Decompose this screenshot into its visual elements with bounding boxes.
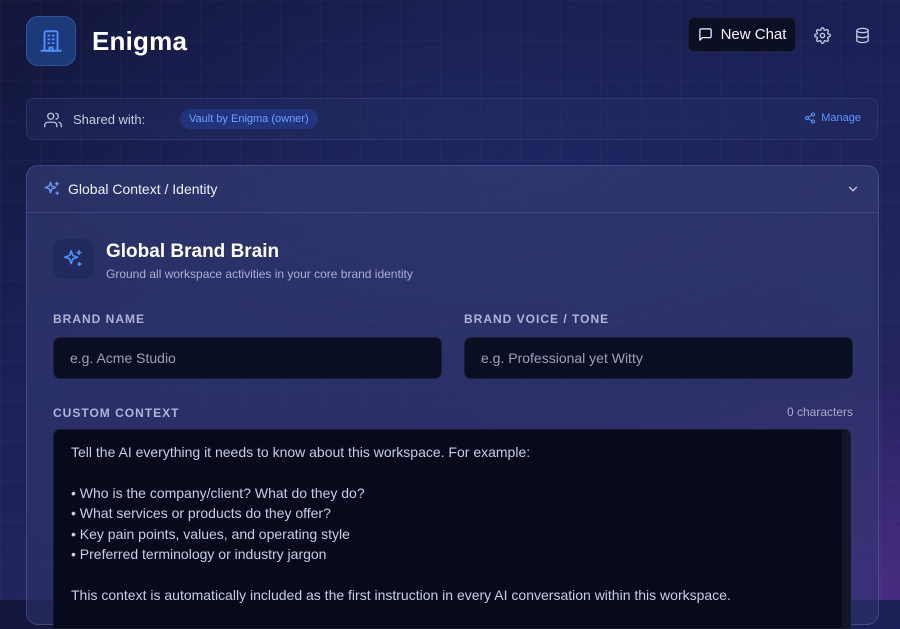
gear-icon bbox=[813, 26, 831, 44]
database-icon bbox=[855, 27, 869, 43]
brand-voice-label: BRAND VOICE / TONE bbox=[464, 312, 610, 326]
brand-name-input[interactable] bbox=[53, 337, 442, 379]
manage-sharing-link[interactable]: Manage bbox=[804, 112, 861, 124]
custom-context-label: CUSTOM CONTEXT bbox=[53, 406, 180, 420]
database-button[interactable] bbox=[851, 24, 873, 46]
context-placeholder-line bbox=[71, 564, 833, 584]
brand-brain-icon-box bbox=[53, 239, 93, 279]
share-icon bbox=[805, 112, 816, 124]
chat-icon bbox=[698, 28, 712, 41]
users-icon bbox=[44, 112, 62, 128]
brand-brain-subtitle: Ground all workspace activities in your … bbox=[106, 267, 413, 281]
global-context-panel: Global Context / Identity Global Brand B… bbox=[26, 165, 879, 629]
manage-label: Manage bbox=[821, 112, 861, 124]
character-count: 0 characters bbox=[786, 405, 853, 419]
global-context-title: Global Context / Identity bbox=[68, 181, 218, 197]
building-icon bbox=[40, 30, 62, 52]
brand-name-label: BRAND NAME bbox=[53, 312, 145, 326]
chevron-down-icon bbox=[848, 186, 858, 192]
shared-with-bar: Shared with: Vault by Enigma (owner) Man… bbox=[26, 98, 878, 140]
brand-brain-title: Global Brand Brain bbox=[106, 241, 280, 262]
context-placeholder-line: Tell the AI everything it needs to know … bbox=[71, 444, 531, 460]
owner-badge: Vault by Enigma (owner) bbox=[180, 109, 318, 129]
context-placeholder-line: • Key pain points, values, and operating… bbox=[71, 525, 350, 542]
app-title: Enigma bbox=[92, 26, 188, 56]
sparkles-icon bbox=[44, 181, 60, 195]
new-chat-label: New Chat bbox=[720, 26, 787, 43]
context-placeholder-line bbox=[71, 462, 833, 482]
global-context-header[interactable]: Global Context / Identity bbox=[27, 166, 878, 213]
context-placeholder-line: This context is automatically included a… bbox=[71, 586, 731, 603]
context-placeholder-line: • What services or products do they offe… bbox=[71, 505, 331, 522]
context-placeholder-line: • Who is the company/client? What do the… bbox=[71, 484, 365, 501]
app-logo[interactable] bbox=[26, 16, 76, 66]
settings-button[interactable] bbox=[811, 24, 833, 46]
sparkles-icon bbox=[63, 249, 82, 267]
context-placeholder-line: • Preferred terminology or industry jarg… bbox=[71, 546, 327, 563]
textarea-scrollbar[interactable] bbox=[842, 430, 850, 628]
shared-with-label: Shared with: bbox=[73, 112, 146, 127]
custom-context-textarea[interactable]: Tell the AI everything it needs to know … bbox=[53, 429, 851, 629]
brand-voice-input[interactable] bbox=[464, 337, 853, 379]
new-chat-button[interactable]: New Chat bbox=[688, 17, 796, 52]
